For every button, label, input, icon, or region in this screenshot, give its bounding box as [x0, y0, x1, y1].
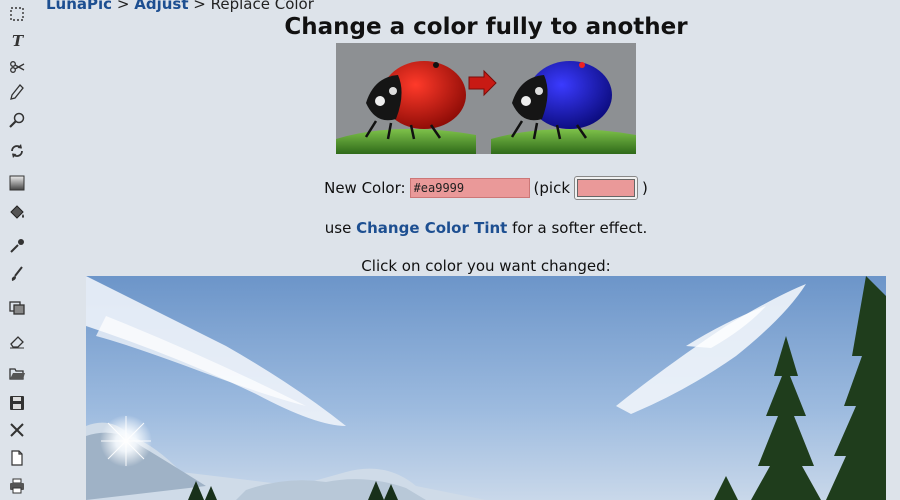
crop-icon[interactable]	[6, 296, 28, 318]
breadcrumb-section-link[interactable]: Adjust	[134, 0, 188, 13]
rotate-icon[interactable]	[6, 140, 28, 162]
close-icon[interactable]	[6, 419, 28, 441]
save-icon[interactable]	[6, 392, 28, 414]
brush-icon[interactable]	[6, 263, 28, 285]
text-icon[interactable]: T	[6, 29, 28, 51]
new-color-label: New Color:	[324, 179, 406, 197]
editable-photo[interactable]	[86, 276, 886, 500]
open-folder-icon[interactable]	[6, 362, 28, 384]
zoom-icon[interactable]	[6, 109, 28, 131]
gradient-icon[interactable]	[6, 172, 28, 194]
pick-close-text: )	[642, 179, 648, 197]
example-image	[336, 43, 636, 154]
eyedropper-icon[interactable]	[6, 235, 28, 257]
tool-sidebar: T	[0, 0, 34, 500]
tint-hint: use Change Color Tint for a softer effec…	[86, 219, 886, 237]
paint-bucket-icon[interactable]	[6, 202, 28, 224]
color-swatch	[577, 179, 636, 197]
new-color-form: New Color: (pick )	[86, 176, 886, 200]
new-color-input[interactable]	[409, 178, 530, 198]
new-file-icon[interactable]	[6, 447, 28, 469]
tint-hint-prefix: use	[324, 219, 352, 237]
breadcrumb: LunaPic > Adjust > Replace Color	[46, 0, 314, 13]
breadcrumb-current: Replace Color	[210, 0, 314, 13]
select-icon[interactable]	[6, 3, 28, 25]
svg-text:T: T	[12, 32, 25, 49]
breadcrumb-home-link[interactable]: LunaPic	[46, 0, 112, 13]
change-color-tint-link[interactable]: Change Color Tint	[356, 219, 507, 237]
breadcrumb-separator: >	[116, 0, 130, 13]
scissors-icon[interactable]	[6, 56, 28, 78]
color-picker-button[interactable]	[574, 176, 639, 200]
instruction-text: Click on color you want changed:	[361, 257, 611, 275]
pencil-icon[interactable]	[6, 81, 28, 103]
print-icon[interactable]	[6, 475, 28, 497]
eraser-icon[interactable]	[6, 330, 28, 352]
page-title: Change a color fully to another	[284, 14, 688, 40]
pick-open-text: (pick	[533, 179, 571, 197]
breadcrumb-separator: >	[193, 0, 206, 13]
tint-hint-suffix: for a softer effect.	[512, 219, 648, 237]
